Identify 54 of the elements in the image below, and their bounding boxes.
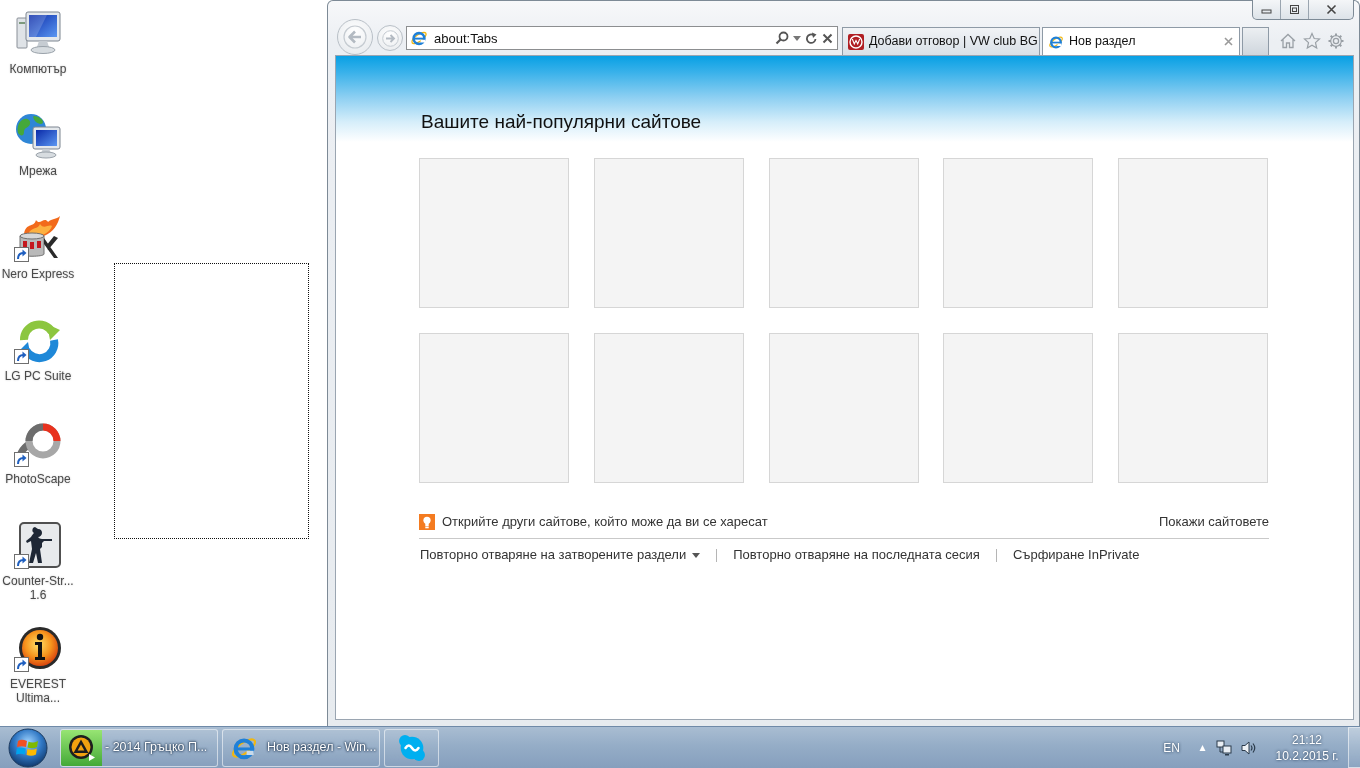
home-icon[interactable] — [1279, 32, 1297, 50]
site-tile[interactable] — [419, 333, 569, 483]
browser-tab[interactable]: Нов раздел — [1042, 27, 1240, 55]
page-heading: Вашите най-популярни сайтове — [421, 110, 702, 134]
address-bar[interactable]: about:Tabs — [406, 26, 838, 50]
icon-label[interactable]: LG PC Suite — [4, 369, 72, 384]
caret-icon[interactable] — [793, 35, 801, 41]
icon-label[interactable]: Counter-Str... 1.6 — [2, 574, 74, 603]
show-sites-link[interactable]: Покажи сайтовете — [1159, 512, 1269, 532]
lightbulb-icon — [419, 514, 435, 530]
site-tile[interactable] — [1118, 333, 1268, 483]
maximize-icon — [1289, 4, 1300, 15]
speaker-icon[interactable] — [1241, 739, 1257, 756]
page-logo-icon — [410, 29, 428, 47]
action-link[interactable]: Повторно отваряне на последната сесия — [733, 545, 980, 565]
icon-label[interactable]: Мрежа — [19, 164, 57, 179]
close-icon — [1325, 4, 1337, 15]
computer-icon[interactable] — [14, 9, 62, 57]
site-tile[interactable] — [768, 333, 919, 483]
monitor-icon[interactable] — [1216, 739, 1232, 756]
flag-orb-icon — [7, 727, 49, 768]
speech-cloud-icon — [397, 733, 426, 762]
globe-monitor-icon[interactable] — [14, 111, 62, 160]
site-tile[interactable] — [593, 158, 744, 308]
page-logo-icon — [1048, 33, 1064, 50]
site-tile[interactable] — [943, 158, 1094, 308]
site-tile[interactable] — [943, 333, 1094, 483]
up-caret-icon[interactable] — [1198, 744, 1207, 751]
action-link[interactable]: Сърфиране InPrivate — [1012, 545, 1140, 565]
refresh-icon[interactable] — [805, 31, 818, 45]
search-icon[interactable] — [775, 31, 789, 45]
site-tile[interactable] — [419, 158, 569, 308]
triangle-disc-icon — [68, 733, 96, 762]
taskbar-button[interactable] — [384, 728, 439, 767]
site-tile[interactable] — [768, 158, 919, 308]
back-button[interactable] — [337, 19, 373, 55]
icon-label[interactable]: Компютър — [9, 62, 67, 76]
site-tile[interactable] — [593, 333, 744, 483]
stop-icon[interactable] — [822, 32, 833, 44]
show-desktop-button[interactable] — [1348, 727, 1360, 768]
icon-label[interactable]: Nero Express — [1, 266, 75, 281]
forward-button[interactable] — [377, 25, 403, 51]
discover-text: Открийте други сайтове, който може да ви се харесат — [442, 513, 768, 532]
browser-tab[interactable]: Добави отговор | VW club BG — [842, 27, 1040, 55]
close-icon[interactable] — [1224, 37, 1233, 46]
emblem-favicon-icon — [848, 33, 864, 50]
icon-label[interactable]: PhotoScape — [5, 471, 71, 486]
address-field[interactable]: about:Tabs — [432, 28, 771, 48]
settings-icon[interactable] — [1327, 32, 1345, 50]
action-link[interactable]: Повторно отваряне на затворените раздели — [420, 545, 701, 565]
new-tab-button[interactable] — [1242, 27, 1269, 55]
site-tile[interactable] — [1118, 158, 1268, 308]
star-icon[interactable] — [1303, 32, 1321, 50]
icon-label[interactable]: EVEREST Ultima... — [10, 676, 66, 705]
